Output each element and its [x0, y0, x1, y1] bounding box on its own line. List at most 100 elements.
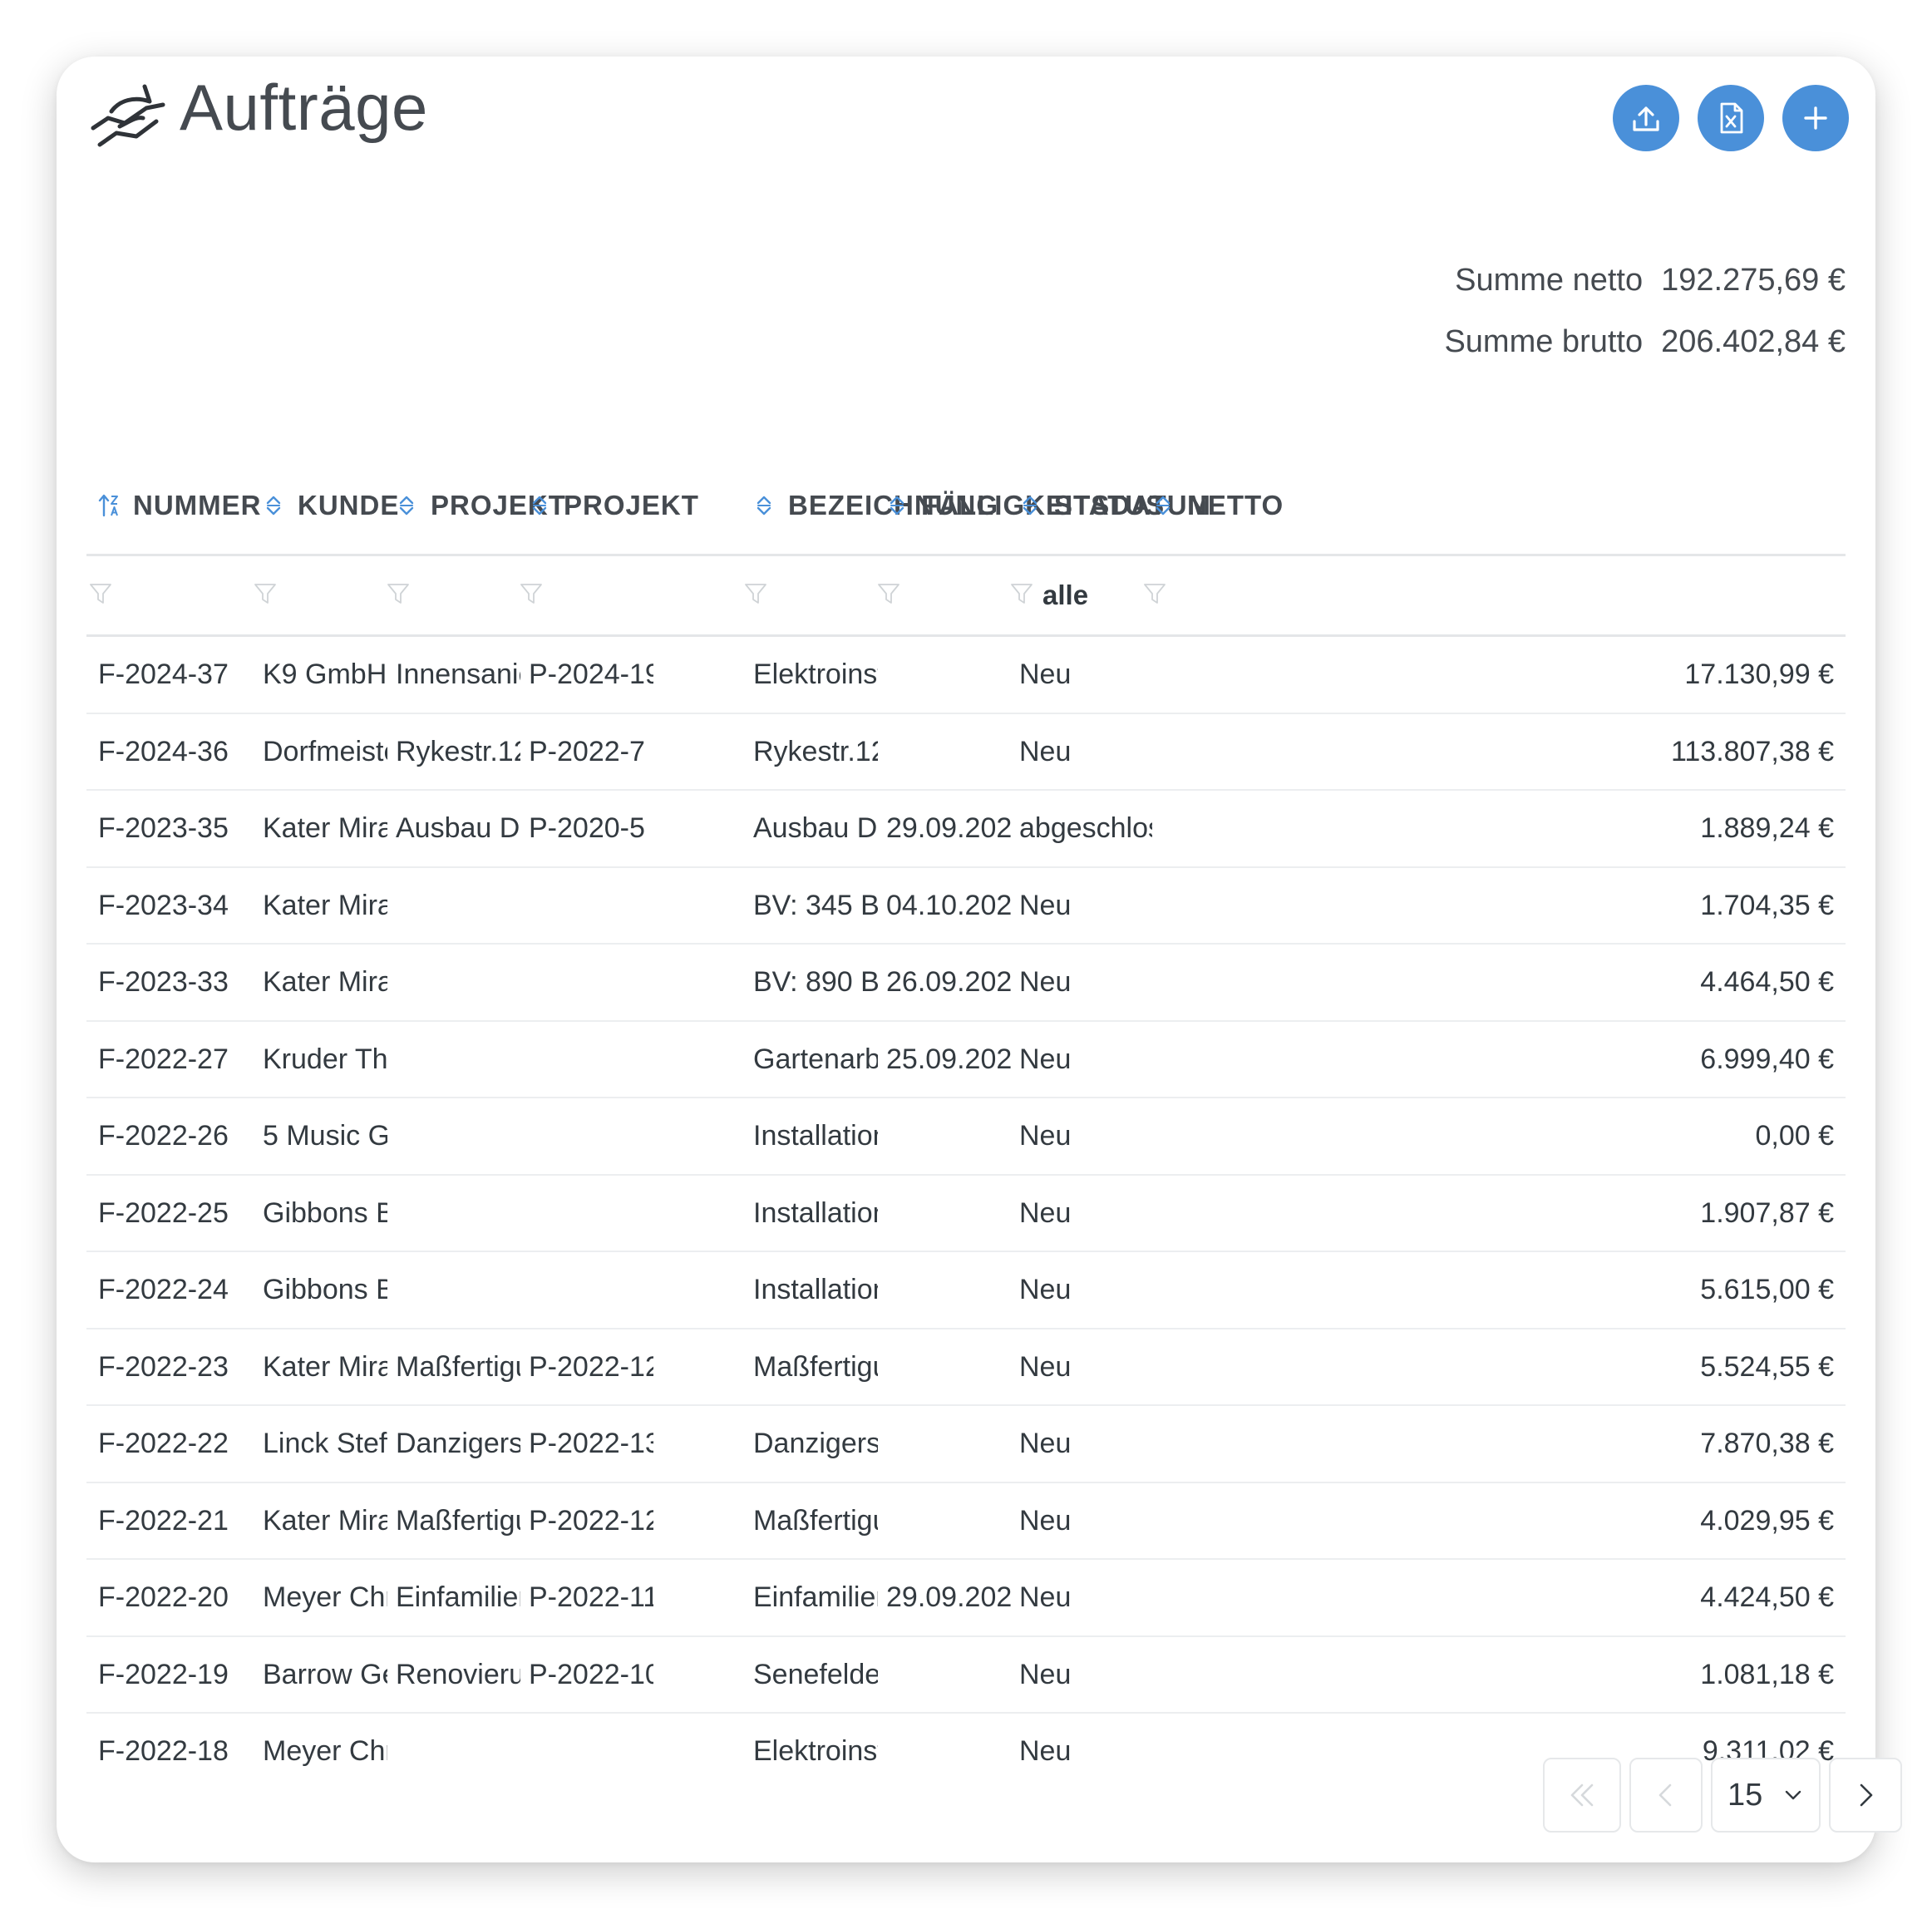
sort-icon [890, 496, 904, 516]
cell-status: Neu [1019, 1043, 1072, 1075]
cell-projekt-nr [529, 1022, 653, 1097]
cell-projekt [396, 868, 520, 943]
column-header-label: NUMMER [133, 490, 262, 520]
filter-projekt-nr[interactable] [519, 581, 544, 606]
cell-bezeichnung: Rykestr.12, 10 [753, 735, 878, 767]
cell-status: Neu [1019, 966, 1072, 998]
cell-netto: 17.130,99 € [1684, 659, 1834, 690]
cell-status: Neu [1019, 1504, 1072, 1537]
cell-netto: 6.999,40 € [1700, 1043, 1834, 1075]
cell-netto: 1.704,35 € [1700, 889, 1834, 921]
cell-nummer: F-2024-36 [98, 735, 229, 767]
page-size-value: 15 [1727, 1777, 1763, 1813]
cell-bezeichnung: Elektroinstallat [753, 659, 878, 690]
cell-faelligkeitsdatum: 29.09.2023 [886, 812, 1011, 844]
table-row[interactable]: F-2022-27 Kruder Thoma Gartenarbeiten25.09… [86, 1022, 1846, 1098]
table-row[interactable]: F-2024-37 K9 GmbH Steir Innensanierun P-202… [86, 637, 1846, 714]
cell-projekt: Danzigerstr. 16 [396, 1428, 520, 1459]
table-row[interactable]: F-2022-24 Gibbons Beth Installation Ein Neu… [86, 1252, 1846, 1329]
table-row[interactable]: F-2022-22 Linck Steffen Danzigerstr. 16 P-2… [86, 1406, 1846, 1483]
cell-projekt-nr: P-2020-5 [529, 812, 645, 844]
sum-netto-label: Summe netto [1455, 262, 1644, 298]
filter-projekt[interactable] [386, 581, 411, 606]
table-header: NUMMER KUNDE PROJEKT PROJEKT BEZEICHNUNG FÄLL… [86, 457, 1846, 556]
cell-nummer: F-2022-18 [98, 1735, 229, 1767]
cell-nummer: F-2024-37 [98, 659, 229, 690]
cell-projekt: Einfamilienhau [396, 1581, 520, 1613]
cell-nummer: F-2023-33 [98, 966, 229, 998]
cell-netto: 0,00 € [1755, 1120, 1834, 1152]
cell-kunde: Meyer Christop [263, 1581, 387, 1613]
filter-status[interactable] [1009, 581, 1034, 606]
column-header-label: KUNDE [298, 490, 400, 520]
filter-icon [520, 584, 542, 604]
cell-kunde: Kater Mira [263, 889, 387, 921]
cell-bezeichnung: Installation Ein [753, 1274, 878, 1305]
previous-page-button[interactable] [1629, 1758, 1703, 1833]
cell-nummer: F-2022-20 [98, 1581, 229, 1613]
filter-netto[interactable] [1142, 581, 1167, 606]
table-row[interactable]: F-2024-36 Dorfmeister Ri Rykestr.12, 10 P-2… [86, 714, 1846, 791]
filter-nummer[interactable] [88, 581, 113, 606]
cell-status: Neu [1019, 735, 1072, 767]
column-header-netto[interactable]: NETTO [1152, 457, 1284, 554]
excel-export-button[interactable] [1698, 85, 1764, 151]
first-page-button[interactable] [1543, 1758, 1621, 1833]
filter-bezeichnung[interactable] [743, 581, 768, 606]
cell-bezeichnung: BV: 890 Boden [753, 966, 878, 998]
cell-kunde: Kater Mira [263, 1350, 387, 1383]
cell-netto: 4.029,95 € [1700, 1504, 1834, 1537]
cell-status: Neu [1019, 1581, 1072, 1613]
table-row[interactable]: F-2022-19 Barrow Geoff Renovierung B P-2022… [86, 1637, 1846, 1714]
table-row[interactable]: F-2023-35 Kater Mira Ausbau DG P-2020-5 Ausb… [86, 791, 1846, 868]
filter-row: alle [86, 556, 1846, 637]
cell-projekt-nr [529, 1176, 653, 1251]
filter-faelligkeitsdatum[interactable] [876, 581, 901, 606]
status-filter-value[interactable]: alle [1042, 556, 1088, 634]
cell-faelligkeitsdatum: 25.09.2023 [886, 1043, 1011, 1075]
column-header-projekt-nr[interactable]: PROJEKT [529, 457, 699, 554]
column-header-status[interactable]: STATUS [1019, 457, 1165, 554]
cell-netto: 1.081,18 € [1700, 1658, 1834, 1690]
cell-projekt: Innensanierun [396, 659, 520, 690]
sort-icon [266, 496, 281, 516]
upload-button[interactable] [1613, 85, 1679, 151]
cell-nummer: F-2022-24 [98, 1274, 229, 1305]
table-row[interactable]: F-2022-23 Kater Mira Maßfertigung I P-2022-… [86, 1329, 1846, 1406]
cell-kunde: Barrow Geoff [263, 1658, 387, 1690]
cell-kunde: Kater Mira [263, 1504, 387, 1537]
cell-bezeichnung: Maßfertigung I [753, 1350, 878, 1383]
sort-icon [1156, 496, 1171, 516]
column-header-kunde[interactable]: KUNDE [263, 457, 399, 554]
filter-icon [745, 584, 766, 604]
cell-kunde: Kruder Thoma [263, 1043, 387, 1075]
add-button[interactable] [1782, 85, 1849, 151]
cell-status: Neu [1019, 1428, 1072, 1459]
cell-projekt [396, 1022, 520, 1097]
cell-status: Neu [1019, 1735, 1072, 1767]
table-row[interactable]: F-2022-21 Kater Mira Maßfertigung I P-2022-… [86, 1483, 1846, 1560]
cell-status: Neu [1019, 1196, 1072, 1229]
cell-projekt: Maßfertigung I [396, 1350, 520, 1383]
filter-kunde[interactable] [253, 581, 278, 606]
cell-faelligkeitsdatum [886, 1714, 1011, 1788]
table-row[interactable]: F-2022-20 Meyer Christop Einfamilienhau P-2… [86, 1560, 1846, 1637]
cell-projekt [396, 1176, 520, 1251]
cell-faelligkeitsdatum [886, 1176, 1011, 1251]
next-page-button[interactable] [1829, 1758, 1902, 1833]
cell-faelligkeitsdatum [886, 1329, 1011, 1404]
cell-status: Neu [1019, 1274, 1072, 1305]
table-row[interactable]: F-2022-25 Gibbons Beth Installation Tre Neu… [86, 1176, 1846, 1252]
cell-kunde: Kater Mira [263, 966, 387, 998]
cell-bezeichnung: Gartenarbeiten [753, 1043, 878, 1075]
page-size-select[interactable]: 15 [1711, 1758, 1821, 1833]
table-row[interactable]: F-2023-34 Kater Mira BV: 345 Boden04.10.20… [86, 868, 1846, 945]
cell-kunde: Gibbons Beth [263, 1274, 387, 1305]
table-row[interactable]: F-2022-26 5 Music GmbH Installation Sic Neu… [86, 1098, 1846, 1176]
cell-bezeichnung: Installation Sic [753, 1120, 878, 1152]
double-chevron-left-icon [1570, 1783, 1594, 1807]
cell-nummer: F-2022-21 [98, 1504, 229, 1537]
chevron-down-icon [1785, 1790, 1801, 1800]
table-row[interactable]: F-2023-33 Kater Mira BV: 890 Boden26.09.20… [86, 945, 1846, 1022]
column-header-nummer[interactable]: NUMMER [98, 457, 261, 554]
